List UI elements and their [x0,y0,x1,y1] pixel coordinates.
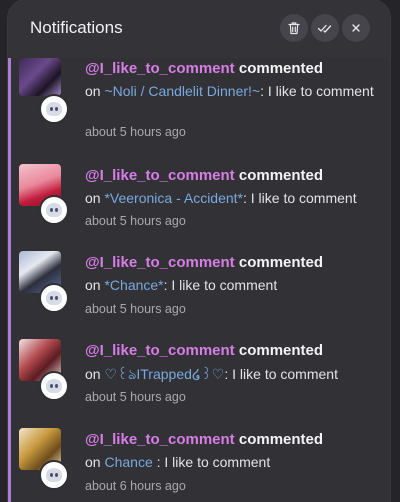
panel-title: Notifications [30,18,123,37]
username-link[interactable]: @I_like_to_comment [85,342,235,359]
timestamp: about 5 hours ago [85,125,186,139]
unread-indicator [8,239,11,327]
comment-text: : I like to comment [163,277,278,293]
unread-indicator [8,327,11,416]
story-title-link[interactable]: ~Noli / Candlelit Dinner!~ [104,83,260,99]
username-link[interactable]: @I_like_to_comment [85,254,235,271]
notification-body: on ~Noli / Candlelit Dinner!~: I like to… [85,82,376,100]
story-title-link[interactable]: Chance [104,454,152,470]
close-icon [352,24,360,32]
timestamp: about 5 hours ago [85,390,186,404]
username-link[interactable]: @I_like_to_comment [85,60,235,77]
action-text: commented [238,60,324,77]
notification-body: on *Chance*: I like to comment [85,276,376,294]
notification-item[interactable]: @I_like_to_comment commented on Chance :… [8,416,390,502]
timestamp: about 5 hours ago [85,302,186,316]
user-avatar[interactable] [39,371,69,401]
notifications-panel: Notifications @I_like_to_comment comment… [8,0,390,502]
on-text: on [85,277,101,293]
action-text: commented [238,431,324,448]
notification-headline: @I_like_to_comment commented [85,167,323,184]
username-link[interactable]: @I_like_to_comment [85,167,235,184]
on-text: on [85,366,101,382]
comment-text: : I like to comment [152,454,271,470]
story-cover-thumbnail[interactable] [19,58,61,96]
notification-body: on Chance : I like to comment [85,453,376,471]
notification-item[interactable]: @I_like_to_comment commented on ♡꒰ঌITrap… [8,327,390,417]
notification-headline: @I_like_to_comment commented [85,254,323,271]
notification-headline: @I_like_to_comment commented [85,60,323,77]
notification-body: on *Veeronica - Accident*: I like to com… [85,189,376,207]
on-text: on [85,454,101,470]
action-text: commented [238,167,324,184]
notification-body: on ♡꒰ঌITrapped໒꒱♡: I like to comment [85,365,376,383]
notification-list: @I_like_to_comment commented on ~Noli / … [8,58,390,502]
story-title-link[interactable]: ♡꒰ঌITrapped໒꒱♡ [104,366,224,382]
comment-text: : I like to comment [260,83,374,99]
action-text: commented [238,342,324,359]
notification-headline: @I_like_to_comment commented [85,342,323,359]
user-avatar[interactable] [39,195,69,225]
unread-indicator [8,58,11,152]
close-button[interactable] [342,14,370,42]
notification-item[interactable]: @I_like_to_comment commented on *Veeroni… [8,152,390,240]
timestamp: about 5 hours ago [85,214,186,228]
user-avatar[interactable] [39,460,69,490]
delete-all-button[interactable] [280,14,308,42]
notification-item[interactable]: @I_like_to_comment commented on *Chance*… [8,239,390,328]
user-avatar[interactable] [39,94,69,124]
story-title-link[interactable]: *Veeronica - Accident* [104,190,243,206]
comment-text: : I like to comment [224,366,338,382]
trash-icon [288,22,300,35]
notification-headline: @I_like_to_comment commented [85,431,323,448]
action-text: commented [238,254,324,271]
on-text: on [85,190,101,206]
unread-indicator [8,152,11,239]
username-link[interactable]: @I_like_to_comment [85,431,235,448]
user-avatar[interactable] [39,283,69,313]
comment-text: : I like to comment [243,190,357,206]
unread-indicator [8,416,11,502]
story-title-link[interactable]: *Chance* [104,277,163,293]
mark-all-read-button[interactable] [311,14,339,42]
notifications-header: Notifications [8,0,390,58]
timestamp: about 6 hours ago [85,479,186,493]
notification-item[interactable]: @I_like_to_comment commented on ~Noli / … [8,58,390,153]
on-text: on [85,83,101,99]
double-check-icon [317,24,332,33]
